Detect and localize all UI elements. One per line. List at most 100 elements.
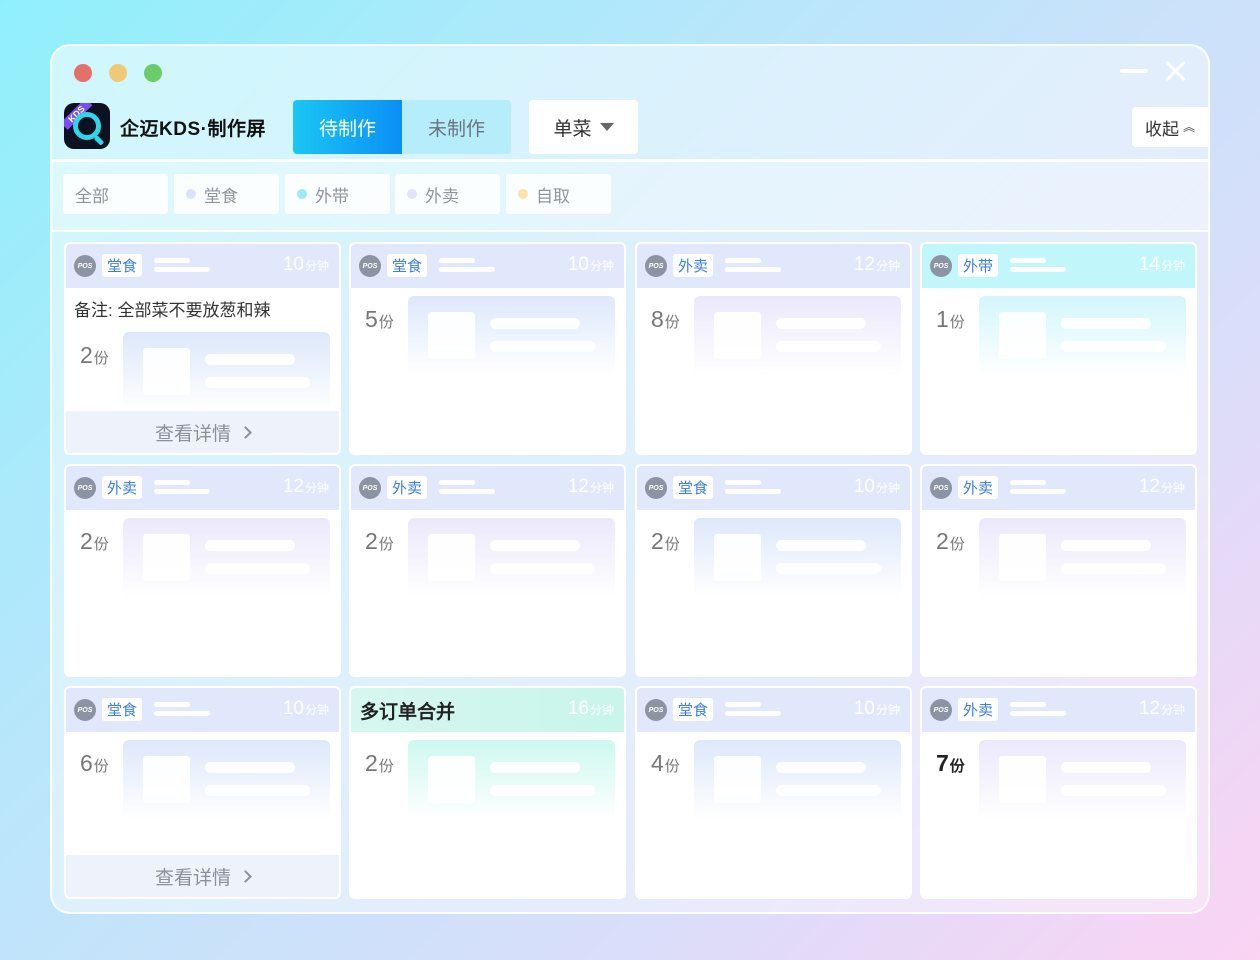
dish-mode-select[interactable]: 单菜 bbox=[529, 100, 638, 154]
item-quantity: 4份 bbox=[651, 750, 680, 777]
dish-spec-placeholder bbox=[205, 785, 310, 796]
order-info-placeholder bbox=[154, 711, 210, 716]
minimize-icon[interactable] bbox=[1120, 69, 1148, 73]
order-card[interactable]: POS 堂食 10 分钟 6份 查看详情 bbox=[64, 686, 341, 899]
dish-item-placeholder[interactable] bbox=[979, 296, 1186, 376]
order-card[interactable]: POS 堂食 10 分钟 2份 bbox=[635, 464, 912, 677]
minutes-unit: 分钟 bbox=[304, 481, 329, 495]
dish-item-placeholder[interactable] bbox=[408, 740, 615, 820]
logo-q-icon bbox=[73, 112, 101, 140]
dish-item-placeholder[interactable] bbox=[694, 296, 901, 376]
qty-unit: 份 bbox=[664, 758, 680, 775]
minimize-dot[interactable] bbox=[109, 64, 127, 82]
dish-spec-placeholder bbox=[1061, 785, 1166, 796]
chevron-right-icon bbox=[239, 425, 252, 439]
dish-spec-placeholder bbox=[776, 341, 881, 352]
card-header: 多订单合并 16 分钟 bbox=[351, 688, 624, 732]
channel-tag: 外卖 bbox=[958, 476, 999, 499]
top-bar: KDS 企迈KDS·制作屏 待制作 未制作 单菜 收起 ︽ bbox=[52, 98, 1208, 158]
pos-badge: POS bbox=[74, 477, 96, 499]
item-quantity: 2份 bbox=[80, 342, 109, 369]
divider bbox=[52, 230, 1208, 232]
order-card[interactable]: POS 外卖 12 分钟 2份 bbox=[64, 464, 341, 677]
order-card[interactable]: POS 堂食 10 分钟 5份 bbox=[349, 242, 626, 455]
filter-4[interactable]: 自取 bbox=[506, 174, 611, 214]
minutes-value: 12 bbox=[282, 476, 304, 497]
order-info-placeholder bbox=[1010, 702, 1046, 707]
dish-item-placeholder[interactable] bbox=[694, 518, 901, 598]
order-info-placeholder bbox=[725, 258, 761, 263]
minutes-value: 16 bbox=[567, 698, 589, 719]
qty-unit: 份 bbox=[949, 536, 965, 553]
elapsed-time: 12 分钟 bbox=[1139, 698, 1185, 720]
channel-tag: 堂食 bbox=[673, 476, 714, 499]
dish-item-placeholder[interactable] bbox=[123, 332, 330, 412]
channel-tag: 外卖 bbox=[958, 698, 999, 721]
tab-not-made[interactable]: 未制作 bbox=[402, 100, 511, 154]
filter-1[interactable]: 堂食 bbox=[174, 174, 279, 214]
order-card[interactable]: POS 外卖 12 分钟 8份 bbox=[635, 242, 912, 455]
dish-spec-placeholder bbox=[1061, 563, 1166, 574]
collapse-button[interactable]: 收起 ︽ bbox=[1132, 107, 1208, 147]
filter-2[interactable]: 外带 bbox=[285, 174, 390, 214]
minutes-value: 12 bbox=[853, 254, 875, 275]
tab-pending[interactable]: 待制作 bbox=[293, 100, 402, 154]
order-info-placeholder bbox=[439, 480, 475, 485]
minutes-unit: 分钟 bbox=[875, 703, 900, 717]
order-info-placeholder bbox=[439, 267, 495, 272]
close-icon[interactable] bbox=[1164, 60, 1186, 82]
view-detail-button[interactable]: 查看详情 bbox=[66, 855, 339, 897]
note-prefix: 备注: bbox=[74, 301, 118, 320]
minutes-value: 14 bbox=[1138, 254, 1160, 275]
minutes-unit: 分钟 bbox=[1160, 259, 1185, 273]
elapsed-time: 10 分钟 bbox=[854, 698, 900, 720]
filter-0[interactable]: 全部 bbox=[63, 174, 168, 214]
dish-item-placeholder[interactable] bbox=[979, 740, 1186, 820]
order-info-placeholder bbox=[1010, 489, 1066, 494]
dish-item-placeholder[interactable] bbox=[408, 518, 615, 598]
order-card[interactable]: POS 外卖 12 分钟 7份 bbox=[920, 686, 1197, 899]
order-info-placeholder bbox=[439, 489, 495, 494]
filter-3[interactable]: 外卖 bbox=[395, 174, 500, 214]
order-card[interactable]: POS 外带 14 分钟 1份 bbox=[920, 242, 1197, 455]
order-card[interactable]: POS 堂食 10 分钟 4份 bbox=[635, 686, 912, 899]
order-card[interactable]: POS 外卖 12 分钟 2份 bbox=[349, 464, 626, 677]
dish-name-placeholder bbox=[490, 540, 580, 551]
dish-item-placeholder[interactable] bbox=[123, 740, 330, 820]
dish-item-placeholder[interactable] bbox=[123, 518, 330, 598]
minutes-unit: 分钟 bbox=[589, 703, 614, 717]
card-header: POS 堂食 10 分钟 bbox=[351, 244, 624, 288]
view-detail-label: 查看详情 bbox=[154, 867, 231, 889]
item-quantity: 2份 bbox=[936, 528, 965, 555]
dish-name-placeholder bbox=[490, 762, 580, 773]
dish-name-placeholder bbox=[205, 354, 295, 365]
dish-spec-placeholder bbox=[490, 563, 595, 574]
view-detail-button[interactable]: 查看详情 bbox=[66, 411, 339, 453]
dish-item-placeholder[interactable] bbox=[694, 740, 901, 820]
card-header: POS 外卖 12 分钟 bbox=[351, 466, 624, 510]
minutes-unit: 分钟 bbox=[1160, 481, 1185, 495]
window-controls bbox=[74, 64, 162, 82]
merged-order-title: 多订单合并 bbox=[360, 702, 456, 723]
order-card[interactable]: POS 堂食 10 分钟 备注: 全部菜不要放葱和辣 2份 查看详情 bbox=[64, 242, 341, 455]
pos-badge: POS bbox=[930, 255, 952, 277]
maximize-dot[interactable] bbox=[144, 64, 162, 82]
dish-item-placeholder[interactable] bbox=[408, 296, 615, 376]
channel-tag: 外带 bbox=[958, 254, 999, 277]
order-info-placeholder bbox=[154, 480, 190, 485]
elapsed-time: 10 分钟 bbox=[283, 254, 329, 276]
dish-image-placeholder bbox=[428, 756, 475, 803]
close-dot[interactable] bbox=[74, 64, 92, 82]
filter-label: 外卖 bbox=[425, 186, 459, 206]
qty-value: 2 bbox=[80, 342, 93, 368]
qty-value: 2 bbox=[80, 528, 93, 554]
order-info-placeholder bbox=[154, 258, 190, 263]
order-card[interactable]: 多订单合并 16 分钟 2份 bbox=[349, 686, 626, 899]
minutes-value: 10 bbox=[282, 698, 304, 719]
order-card[interactable]: POS 外卖 12 分钟 2份 bbox=[920, 464, 1197, 677]
qty-unit: 份 bbox=[664, 536, 680, 553]
app-logo: KDS bbox=[64, 103, 110, 149]
dish-item-placeholder[interactable] bbox=[979, 518, 1186, 598]
qty-unit: 份 bbox=[93, 350, 109, 367]
elapsed-time: 14 分钟 bbox=[1139, 254, 1185, 276]
